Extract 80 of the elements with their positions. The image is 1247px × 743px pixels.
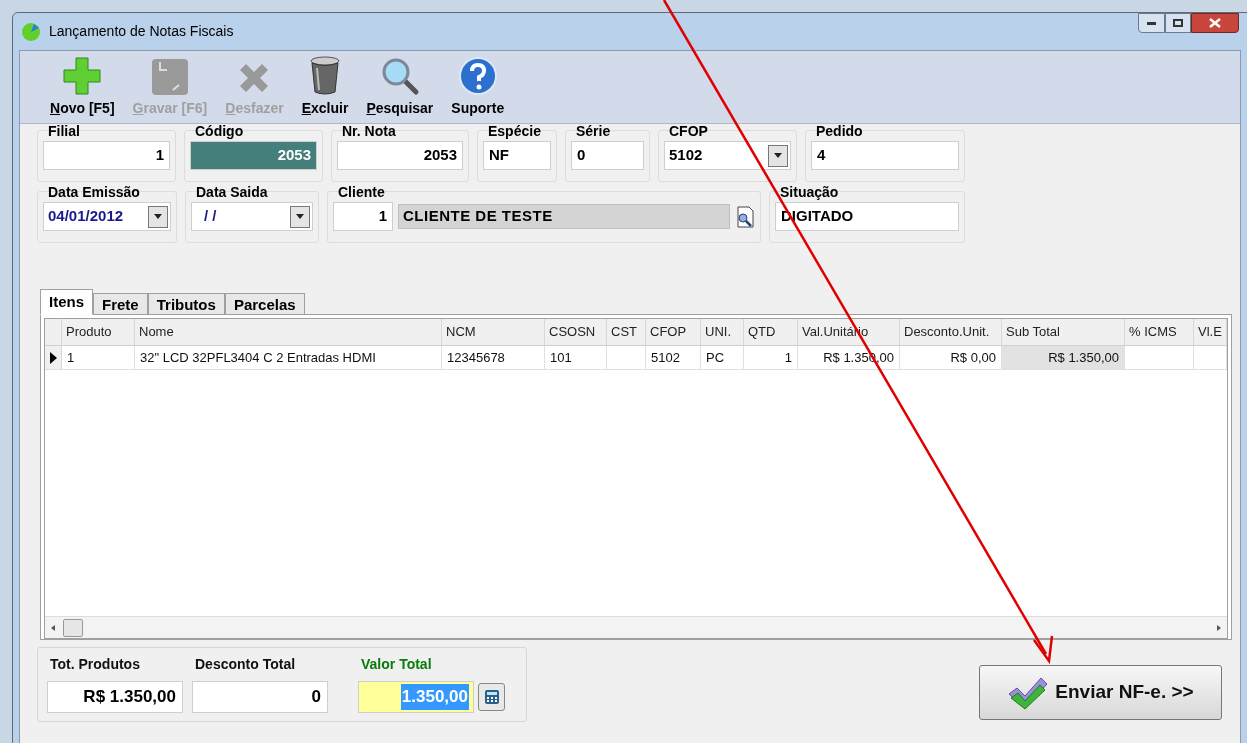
scroll-right-icon[interactable] [1215, 623, 1223, 632]
plus-icon [62, 54, 103, 96]
send-nfe-button[interactable]: Enviar NF-e. >> [979, 665, 1222, 720]
text-field[interactable]: 1 [43, 141, 170, 170]
column-header[interactable]: QTD [744, 319, 798, 345]
caret-icon [154, 214, 162, 219]
help-icon [457, 54, 498, 96]
total-label: Desconto Total [194, 655, 297, 674]
column-header[interactable]: Nome [135, 319, 442, 345]
column-header[interactable]: UNI. [701, 319, 744, 345]
minimize-icon [1147, 21, 1156, 25]
table-cell: PC [701, 346, 744, 369]
table-cell: 1 [744, 346, 798, 369]
app-logo-icon [21, 21, 41, 42]
toolbar-button[interactable]: Pesquisar [364, 54, 436, 119]
total-label: Valor Total [360, 655, 433, 674]
column-header[interactable]: CFOP [646, 319, 701, 345]
toolbar-button[interactable]: Suporte [449, 54, 507, 119]
toolbar-button[interactable]: Novo [F5] [48, 54, 117, 119]
field-label: Situação [779, 184, 840, 201]
column-header[interactable]: Sub Total [1002, 319, 1125, 345]
scroll-left-icon[interactable] [49, 623, 57, 632]
tab[interactable]: Itens [40, 289, 93, 315]
field-label: Cliente [337, 184, 386, 201]
text-field[interactable]: 4 [811, 141, 959, 170]
total-field[interactable]: R$ 1.350,00 [47, 681, 183, 713]
total-label: Tot. Produtos [49, 655, 141, 674]
lookup-icon[interactable] [735, 205, 755, 228]
total-field[interactable]: 0 [192, 681, 328, 713]
table-cell: R$ 1.350,00 [1002, 346, 1125, 369]
table-cell: 101 [545, 346, 607, 369]
toolbar-button[interactable]: Excluir [299, 54, 351, 119]
field-label: Pedido [815, 123, 864, 140]
text-field[interactable]: NF [483, 141, 551, 170]
dropdown-button[interactable] [768, 144, 788, 167]
text-field[interactable]: 0 [571, 141, 644, 170]
tab[interactable]: Tributos [147, 293, 225, 315]
table-cell: 5102 [646, 346, 701, 369]
column-header[interactable]: CST [607, 319, 646, 345]
date-field[interactable]: / / [191, 202, 313, 231]
bin-icon [309, 54, 341, 96]
checkmark-icon [1007, 675, 1050, 710]
window-title: Lançamento de Notas Fiscais [49, 22, 234, 41]
maximize-button[interactable] [1165, 13, 1191, 33]
calculator-button[interactable] [478, 683, 505, 711]
text-field[interactable]: 2053 [337, 141, 463, 170]
minimize-button[interactable] [1138, 13, 1165, 33]
dropdown-button[interactable] [148, 205, 168, 228]
field-label: Data Saida [195, 184, 269, 201]
maximize-icon [1173, 19, 1183, 27]
column-header[interactable]: Desconto.Unit. [900, 319, 1002, 345]
column-header[interactable]: NCM [442, 319, 545, 345]
tab[interactable]: Frete [93, 293, 148, 315]
caret-icon [296, 214, 304, 219]
column-header[interactable]: % ICMS [1125, 319, 1194, 345]
field-label: Data Emissão [47, 184, 141, 201]
field-label: Espécie [487, 123, 542, 140]
field-label: Código [194, 123, 245, 140]
column-header[interactable]: Vl.E [1194, 319, 1227, 345]
close-button[interactable] [1191, 13, 1239, 33]
caret-icon [774, 153, 782, 158]
table-cell: 1 [62, 346, 135, 369]
dropdown-field[interactable]: 5102 [664, 141, 791, 170]
date-field[interactable]: 04/01/2012 [43, 202, 171, 231]
scrollbar-thumb[interactable] [63, 618, 83, 637]
column-header[interactable]: Produto [62, 319, 135, 345]
tab[interactable]: Parcelas [224, 293, 305, 315]
field-label: Nr. Nota [341, 123, 397, 140]
table-cell: 32" LCD 32PFL3404 C 2 Entradas HDMI [135, 346, 442, 369]
field-label: Filial [47, 123, 81, 140]
field-label: CFOP [668, 123, 709, 140]
calculator-icon [483, 689, 500, 705]
dropdown-button[interactable] [290, 205, 310, 228]
text-field[interactable]: 2053 [190, 141, 317, 170]
client-code-field[interactable]: 1 [333, 202, 393, 231]
close-icon [1209, 18, 1221, 28]
client-name-field: CLIENTE DE TESTE [398, 204, 730, 229]
column-header[interactable]: CSOSN [545, 319, 607, 345]
field-label: Série [575, 123, 612, 140]
table-cell: 12345678 [442, 346, 545, 369]
